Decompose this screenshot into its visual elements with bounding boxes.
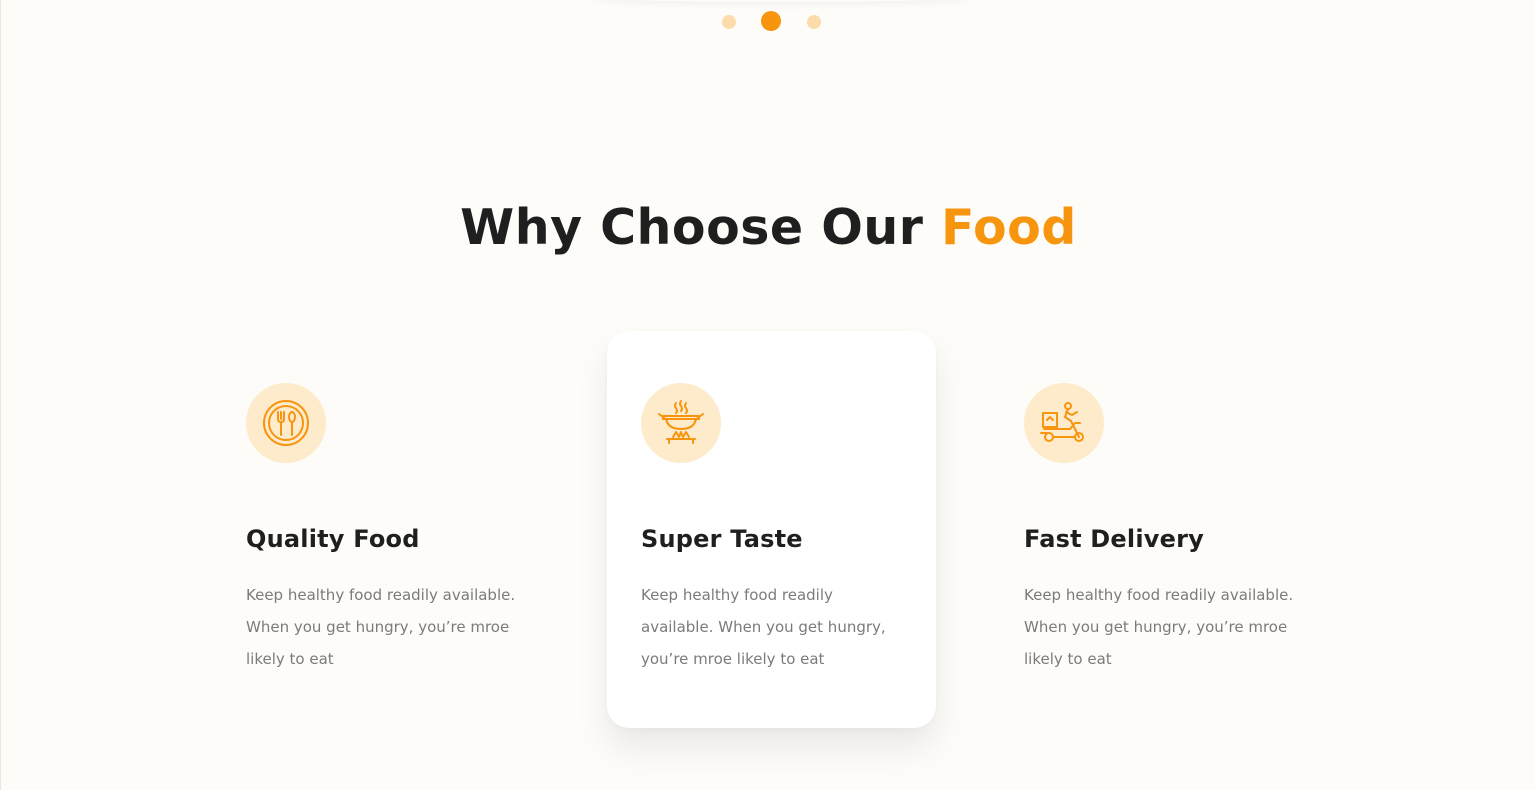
delivery-scooter-icon	[1040, 402, 1084, 442]
why-choose-section: Why Choose Our Food Quality Food Keep he…	[0, 0, 1535, 790]
carousel-dot-2-active[interactable]	[761, 11, 781, 31]
feature-icon-badge	[1024, 383, 1104, 463]
feature-description: Keep healthy food readily available. Whe…	[1024, 586, 1294, 668]
carousel-dots	[721, 11, 823, 31]
feature-title: Quality Food	[246, 525, 420, 553]
previous-section-shadow	[591, 0, 971, 2]
feature-title: Fast Delivery	[1024, 525, 1204, 553]
plate-cutlery-icon	[263, 400, 309, 446]
feature-icon-badge	[246, 383, 326, 463]
heading-main: Why Choose Our	[460, 199, 941, 256]
carousel-dot-3[interactable]	[807, 15, 821, 29]
cooking-pot-icon	[658, 400, 704, 444]
heading-accent: Food	[940, 199, 1077, 256]
section-heading: Why Choose Our Food	[1, 196, 1535, 260]
feature-description: Keep healthy food readily available. Whe…	[641, 586, 886, 668]
carousel-dot-1[interactable]	[722, 15, 736, 29]
feature-icon-badge	[641, 383, 721, 463]
feature-fast-delivery: Fast Delivery Keep healthy food readily …	[1024, 383, 1314, 668]
feature-super-taste: Super Taste Keep healthy food readily av…	[641, 383, 891, 668]
feature-quality-food: Quality Food Keep healthy food readily a…	[246, 383, 536, 668]
feature-description: Keep healthy food readily available. Whe…	[246, 586, 516, 668]
feature-title: Super Taste	[641, 525, 803, 553]
